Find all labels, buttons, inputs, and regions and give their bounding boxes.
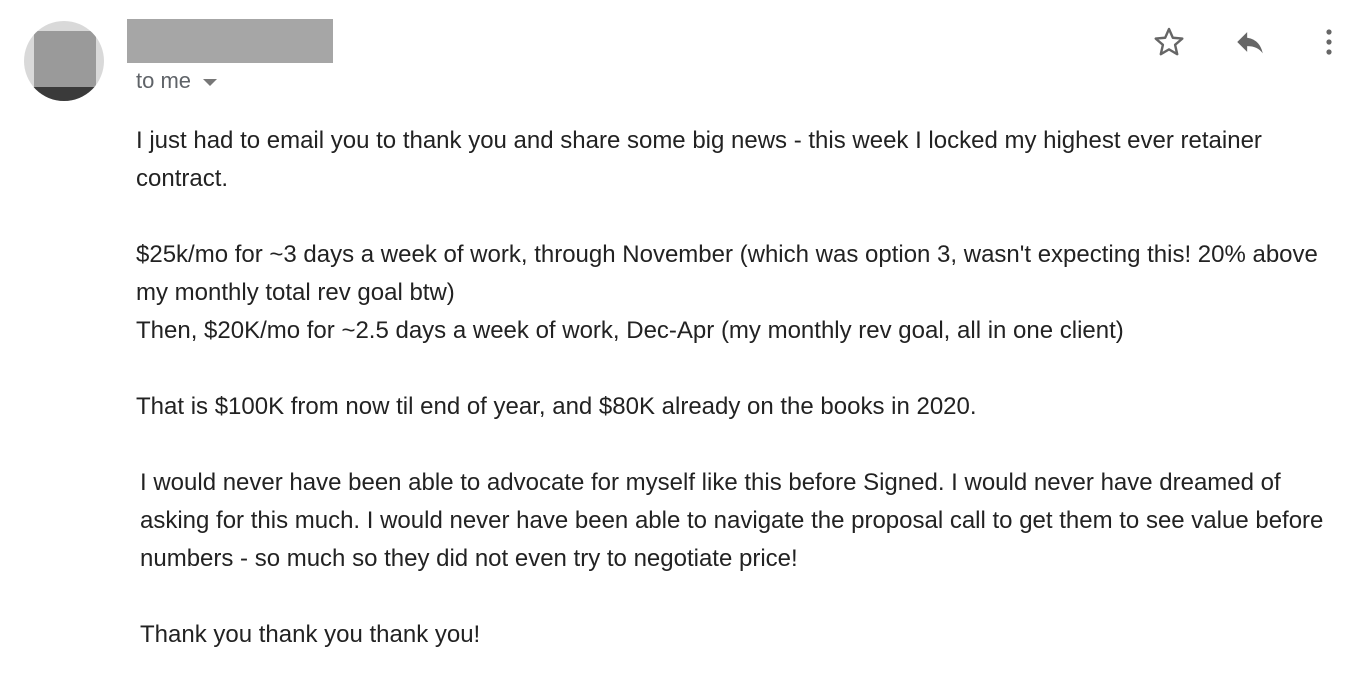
avatar-redaction [34,31,96,93]
avatar-photo-edge [24,87,104,101]
recipient-label: to me [136,68,192,93]
recipient-details-toggle[interactable]: to me [136,66,218,96]
reply-button[interactable] [1230,22,1270,62]
message-paragraph-3: That is $100K from now til end of year, … [136,393,977,420]
chevron-down-icon[interactable] [203,78,218,86]
message-paragraph-2-line-2: Then, $20K/mo for ~2.5 days a week of wo… [136,317,1124,344]
star-icon [1154,27,1184,56]
message-paragraph-1: I just had to email you to thank you and… [136,127,1262,192]
reply-icon [1237,32,1263,54]
message-paragraph-2-line-1: $25k/mo for ~3 days a week of work, thro… [136,241,1318,306]
sender-name-redacted [127,19,333,63]
more-options-button[interactable] [1309,22,1349,62]
avatar[interactable] [24,21,104,101]
message-paragraph-5: Thank you thank you thank you! [140,621,481,648]
star-button[interactable] [1149,22,1189,62]
message-paragraph-4: I would never have been able to advocate… [140,469,1324,572]
more-vertical-icon [1326,29,1332,55]
message-body: I just had to email you to thank you and… [136,122,1351,654]
